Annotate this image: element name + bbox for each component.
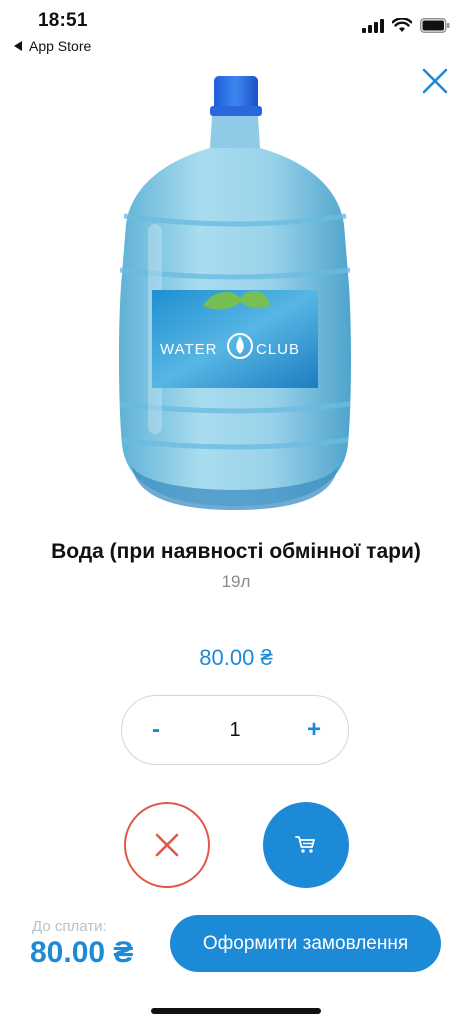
checkout-button[interactable]: Оформити замовлення	[170, 915, 441, 972]
increment-button[interactable]: +	[300, 716, 328, 744]
total-value: 80.00 ₴	[30, 936, 134, 969]
cellular-signal-icon	[362, 18, 384, 33]
wifi-icon	[392, 18, 412, 32]
quantity-stepper: - 1 +	[121, 695, 349, 765]
remove-button[interactable]	[124, 802, 210, 888]
add-to-cart-button[interactable]	[263, 802, 349, 888]
total-label: До сплати:	[32, 918, 107, 935]
product-volume: 19л	[221, 572, 251, 591]
product-image: WATER CLUB	[108, 74, 362, 518]
close-button[interactable]	[420, 66, 450, 96]
home-indicator[interactable]	[151, 1008, 321, 1014]
svg-text:CLUB: CLUB	[256, 341, 300, 358]
back-to-app-store[interactable]: App Store	[14, 38, 91, 54]
product-detail-screen: 18:51 App Store WATER CLUB Вода (при ная…	[0, 0, 472, 1024]
decrement-button[interactable]: -	[142, 716, 170, 744]
cart-icon	[295, 836, 315, 853]
water-bottle-image: WATER CLUB	[119, 76, 351, 510]
back-arrow-icon	[14, 41, 22, 51]
status-time: 18:51	[38, 10, 88, 31]
bottle-brand-label: WATER	[160, 341, 218, 358]
close-icon	[422, 68, 448, 94]
product-title: Вода (при наявності обмінної тари)	[51, 540, 421, 563]
battery-icon	[420, 18, 450, 33]
back-app-label: App Store	[29, 38, 92, 54]
status-icons	[362, 18, 450, 33]
quantity-value: 1	[229, 718, 241, 741]
x-icon	[155, 833, 179, 857]
product-price: 80.00 ₴	[199, 645, 273, 670]
